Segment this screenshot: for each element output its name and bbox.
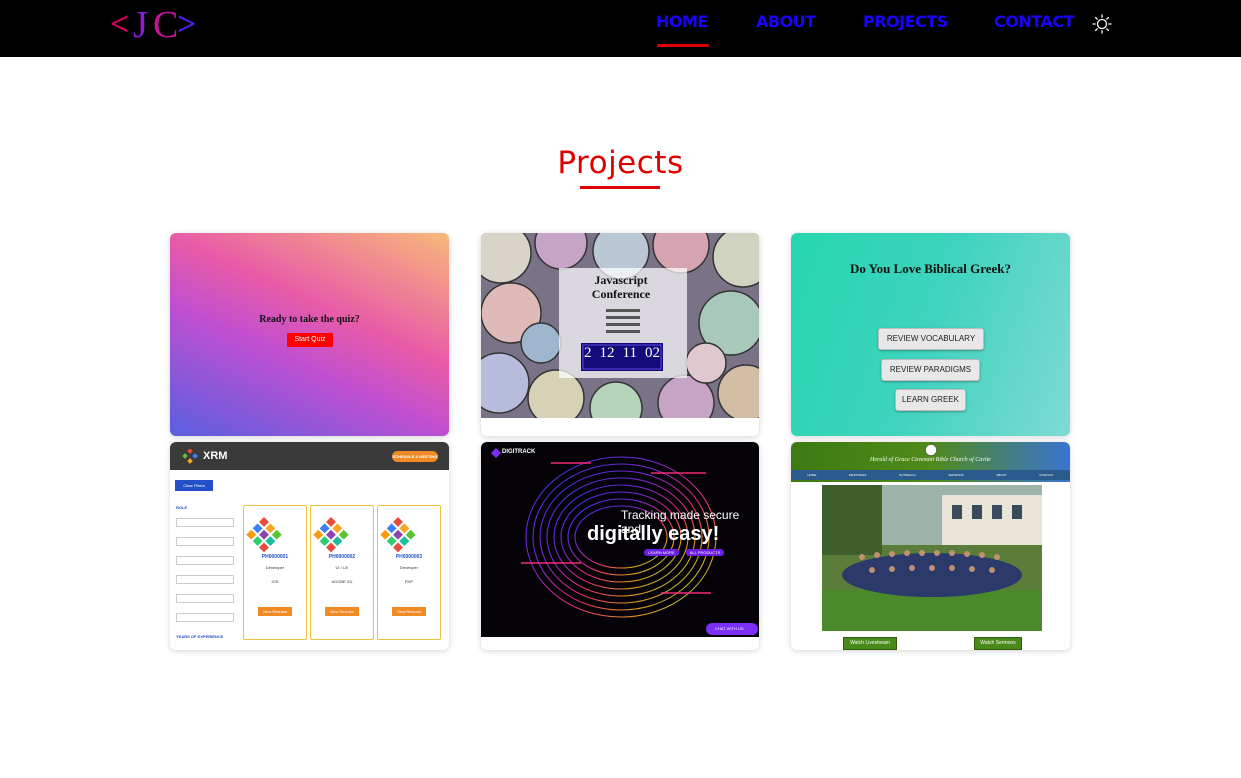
project-card-conference[interactable]: Javascript Conference 2 12 11 02 [481, 233, 759, 436]
greek-thumbnail: Do You Love Biblical Greek? REVIEW VOCAB… [791, 233, 1070, 436]
church-logo-icon [925, 444, 937, 456]
profile-role: Developer [399, 565, 419, 570]
svg-text:>: > [177, 6, 196, 43]
project-card-greek[interactable]: Do You Love Biblical Greek? REVIEW VOCAB… [791, 233, 1070, 436]
conference-heading: Javascript Conference [591, 273, 651, 301]
learn-greek-button: LEARN GREEK [895, 389, 966, 411]
church-nav-item: HOME [807, 473, 817, 477]
xrm-cta: SCHEDULE A MEETING [392, 451, 438, 462]
review-paradigms-button: REVIEW PARADIGMS [881, 359, 980, 381]
countdown-hours: 12 [599, 345, 615, 361]
xrm-years-label: YEARS OF EXPERIENCE [176, 634, 224, 639]
profile-logo-icon [380, 517, 416, 553]
svg-text:J: J [133, 4, 148, 46]
church-heading: Herald of Grace Covenant Bible Church of… [870, 457, 991, 463]
profile-logo-icon [246, 517, 282, 553]
church-nav-item: CONTACT [1039, 473, 1054, 477]
digitrack-all-products: ALL PRODUCTS [689, 550, 721, 555]
section-title: Projects [557, 145, 684, 181]
svg-text:<: < [110, 6, 129, 43]
xrm-logo-icon [182, 449, 198, 464]
project-card-church[interactable]: Herald of Grace Covenant Bible Church of… [791, 442, 1070, 650]
project-card-digitrack[interactable]: DIGITRACK Tracking made secure and digit… [481, 442, 759, 650]
countdown-timer: 2 12 11 02 [584, 345, 660, 362]
church-group-photo [822, 485, 1042, 631]
start-quiz-button: Start Quiz [287, 333, 333, 347]
digitrack-thumbnail: DIGITRACK Tracking made secure and digit… [481, 442, 759, 637]
watch-sermons-button: Watch Sermons [974, 637, 1022, 650]
church-nav-item: ABOUT [996, 473, 1007, 477]
xrm-profile-card: PH0000002 UI / UX ADOBE XD View Resume [310, 505, 374, 640]
church-nav-item: SERMONS [948, 473, 964, 477]
profile-skill: ADOBE XD [331, 579, 353, 584]
svg-text:C: C [153, 4, 178, 46]
nav-link-about[interactable]: ABOUT [756, 12, 816, 31]
nav-link-projects[interactable]: PROJECTS [863, 12, 948, 31]
countdown-minutes: 11 [622, 345, 637, 361]
profile-logo-icon [313, 517, 349, 553]
xrm-clear-filters: Clear Filters [175, 480, 213, 491]
digitrack-line2: digitally easy! [587, 523, 720, 545]
profile-role: UI / UX [335, 565, 349, 570]
church-thumbnail: Herald of Grace Covenant Bible Church of… [791, 442, 1070, 650]
xrm-role-label: ROLE [176, 505, 188, 510]
top-navbar: < J C > HOME ABOUT PROJECTS CONTACT [0, 0, 1241, 57]
clocks-background [481, 233, 759, 418]
xrm-filter-list [176, 518, 234, 622]
profile-id: PH0000002 [328, 554, 356, 560]
conference-thumbnail: Javascript Conference 2 12 11 02 [481, 233, 759, 418]
greek-heading: Do You Love Biblical Greek? [849, 261, 1012, 276]
church-nav: HOME MINISTRIES OUTREACH SERMONS ABOUT C… [791, 470, 1070, 480]
xrm-brand: XRM [203, 450, 228, 462]
digitrack-chat: CHAT WITH US [715, 626, 744, 631]
profile-id: PH0000001 [261, 554, 289, 560]
nav-link-contact[interactable]: CONTACT [994, 12, 1074, 31]
profile-role: Developer [265, 565, 285, 570]
review-vocabulary-button: REVIEW VOCABULARY [878, 328, 984, 350]
quiz-thumbnail: Ready to take the quiz? Start Quiz [170, 233, 449, 436]
nav-link-home[interactable]: HOME [656, 12, 708, 31]
profile-skill: IOS [271, 579, 279, 584]
view-resume-button: View Resume [392, 607, 426, 616]
title-underline [580, 186, 660, 189]
countdown-seconds: 02 [645, 345, 660, 361]
church-nav-item: MINISTRIES [849, 473, 867, 477]
site-logo[interactable]: < J C > [110, 4, 200, 46]
profile-skill: PHP [404, 579, 414, 584]
xrm-thumbnail: XRM SCHEDULE A MEETING Clear Filters ROL… [170, 442, 449, 650]
digitrack-logo-icon [491, 448, 501, 458]
project-card-xrm[interactable]: XRM SCHEDULE A MEETING Clear Filters ROL… [170, 442, 449, 650]
project-card-quiz[interactable]: Ready to take the quiz? Start Quiz [170, 233, 449, 436]
active-nav-indicator [657, 44, 709, 47]
digitrack-learn-more: LEARN MORE [648, 550, 675, 555]
profile-id: PH0000003 [395, 554, 423, 560]
xrm-profile-card: PH0000001 Developer IOS View Resume [243, 505, 307, 640]
quiz-heading: Ready to take the quiz? [259, 314, 360, 325]
digitrack-brand: DIGITRACK [502, 449, 536, 455]
view-resume-button: View Resume [258, 607, 292, 616]
sun-icon[interactable] [1092, 13, 1112, 35]
watch-livestream-button: Watch Livestream [843, 637, 897, 650]
countdown-days: 2 [584, 345, 592, 361]
xrm-profile-card: PH0000003 Developer PHP View Resume [377, 505, 441, 640]
church-nav-item: OUTREACH [898, 473, 916, 477]
view-resume-button: View Resume [325, 607, 359, 616]
